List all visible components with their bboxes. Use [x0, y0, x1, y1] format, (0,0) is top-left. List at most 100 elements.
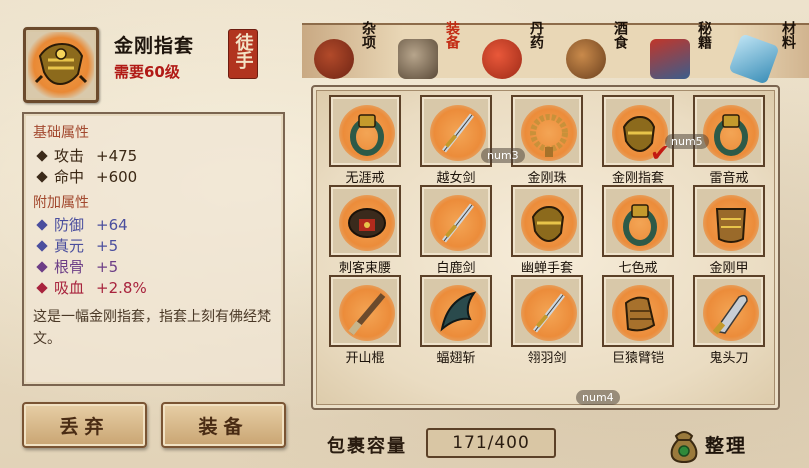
- ring-icon: [350, 114, 384, 156]
- tab-equipment[interactable]: 装备: [394, 21, 460, 85]
- category-tab-bar: 杂项 装备 丹药 酒食 秘籍 材料: [302, 21, 809, 85]
- tab-misc[interactable]: 杂项: [310, 21, 376, 85]
- capacity-value: 171/400: [426, 428, 556, 458]
- slot-frame: [602, 185, 674, 257]
- inventory-slot[interactable]: 鬼头刀: [693, 275, 769, 366]
- inventory-slot[interactable]: 刺客束腰: [329, 185, 405, 276]
- tab-pills[interactable]: 丹药: [478, 21, 544, 85]
- hint-label: num5: [665, 134, 709, 149]
- inventory-slot[interactable]: 金刚珠: [511, 95, 587, 186]
- inventory-slot[interactable]: 白鹿剑: [420, 185, 496, 276]
- belt-icon: [348, 208, 386, 238]
- attribute-value: +2.8%: [96, 278, 147, 297]
- attribute-label: 防御: [54, 216, 85, 234]
- tab-manuals[interactable]: 秘籍: [646, 21, 712, 85]
- hint-label: num3: [481, 148, 525, 163]
- slot-item-name: 雷音戒: [709, 171, 749, 186]
- item-name: 金刚指套: [114, 35, 195, 57]
- attribute-row: 攻击 +475: [36, 145, 138, 166]
- inventory-slot[interactable]: 翎羽剑: [511, 275, 587, 366]
- slot-item-name: 蝠翅斩: [436, 351, 476, 366]
- item-description: 这是一幅金刚指套，指套上刻有佛经梵文。: [33, 309, 271, 347]
- discard-button[interactable]: 丢弃: [22, 402, 147, 448]
- diamond-icon: [36, 218, 48, 231]
- tab-label: 秘籍: [696, 21, 712, 49]
- scroll-icon: [398, 39, 438, 79]
- beads-icon: [530, 114, 568, 157]
- slot-frame: [420, 185, 492, 257]
- attribute-value: +475: [96, 146, 138, 165]
- slot-frame: ✔: [602, 95, 674, 167]
- slot-frame: [420, 275, 492, 347]
- sort-label: 整理: [705, 435, 748, 457]
- inventory-slot[interactable]: 金刚甲: [693, 185, 769, 276]
- slot-item-name: 开山棍: [345, 351, 385, 366]
- ring-icon: [714, 114, 748, 156]
- inventory-slot[interactable]: 幽蝉手套: [511, 185, 587, 276]
- attribute-label: 真元: [54, 237, 85, 255]
- slot-item-name: 越女剑: [436, 171, 476, 186]
- diamond-icon: [36, 170, 48, 183]
- attribute-panel: 基础属性 攻击 +475 命中 +600 附加属性 防御 +64 真元 +5 根…: [22, 112, 285, 386]
- tab-materials[interactable]: 材料: [728, 21, 796, 85]
- attribute-row: 吸血 +2.8%: [36, 277, 147, 298]
- attribute-row: 命中 +600: [36, 166, 138, 187]
- money-bag-icon: [670, 431, 698, 464]
- diamond-icon: [36, 281, 48, 294]
- diamond-icon: [36, 260, 48, 273]
- inventory-slot[interactable]: 蝠翅斩: [420, 275, 496, 366]
- inventory-slot[interactable]: 开山棍: [329, 275, 405, 366]
- slot-item-name: 白鹿剑: [436, 261, 476, 276]
- attribute-row: 防御 +64: [36, 214, 128, 235]
- staff-icon: [348, 293, 386, 336]
- inventory-slot[interactable]: 七色戒: [602, 185, 678, 276]
- item-level-requirement: 需要60级: [114, 63, 180, 81]
- slot-frame: [329, 275, 401, 347]
- slot-item-name: 金刚珠: [527, 171, 567, 186]
- sort-button[interactable]: 整理: [664, 424, 794, 464]
- sword-icon: [533, 293, 565, 333]
- blade-icon: [440, 291, 477, 332]
- slot-item-name: 刺客束腰: [338, 261, 391, 276]
- saber-icon: [712, 294, 748, 335]
- gauntlet-icon: [624, 296, 656, 332]
- slot-frame: [693, 95, 765, 167]
- equip-button[interactable]: 装备: [161, 402, 286, 448]
- slot-frame: [329, 95, 401, 167]
- glove-icon: [531, 205, 565, 243]
- attribute-value: +5: [96, 236, 119, 255]
- tab-label: 装备: [444, 21, 460, 49]
- attribute-value: +600: [96, 167, 138, 186]
- base-attributes-title: 基础属性: [33, 125, 89, 141]
- ring-icon: [623, 204, 657, 246]
- diamond-icon: [36, 239, 48, 252]
- tab-label: 材料: [780, 21, 796, 49]
- sword-icon: [442, 113, 474, 153]
- gold-glove-icon: [34, 42, 88, 86]
- food-icon: [566, 39, 606, 79]
- slot-frame: [693, 185, 765, 257]
- attribute-label: 命中: [54, 168, 85, 186]
- attribute-value: +64: [96, 215, 128, 234]
- slot-frame: [602, 275, 674, 347]
- armor-icon: [715, 208, 747, 243]
- sword-icon: [442, 203, 474, 243]
- seal-text: 徒手: [232, 33, 254, 69]
- selected-item-frame: [23, 27, 99, 103]
- attribute-row: 真元 +5: [36, 235, 119, 256]
- slot-item-name: 金刚指套: [611, 171, 664, 186]
- tab-label: 酒食: [612, 21, 628, 49]
- capacity-label: 包裹容量: [327, 436, 407, 457]
- inventory-slot[interactable]: 无涯戒: [329, 95, 405, 186]
- slot-item-name: 金刚甲: [709, 261, 749, 276]
- inventory-slot[interactable]: 巨猿臂铠: [602, 275, 678, 366]
- diamond-icon: [36, 149, 48, 162]
- weapon-type-seal: 徒手: [228, 29, 258, 79]
- tab-food[interactable]: 酒食: [562, 21, 628, 85]
- attribute-label: 吸血: [54, 279, 85, 297]
- slot-item-name: 翎羽剑: [527, 351, 567, 366]
- attribute-label: 攻击: [54, 147, 85, 165]
- attribute-row: 根骨 +5: [36, 256, 118, 277]
- pills-icon: [482, 39, 522, 79]
- inventory-slot[interactable]: 越女剑: [420, 95, 496, 186]
